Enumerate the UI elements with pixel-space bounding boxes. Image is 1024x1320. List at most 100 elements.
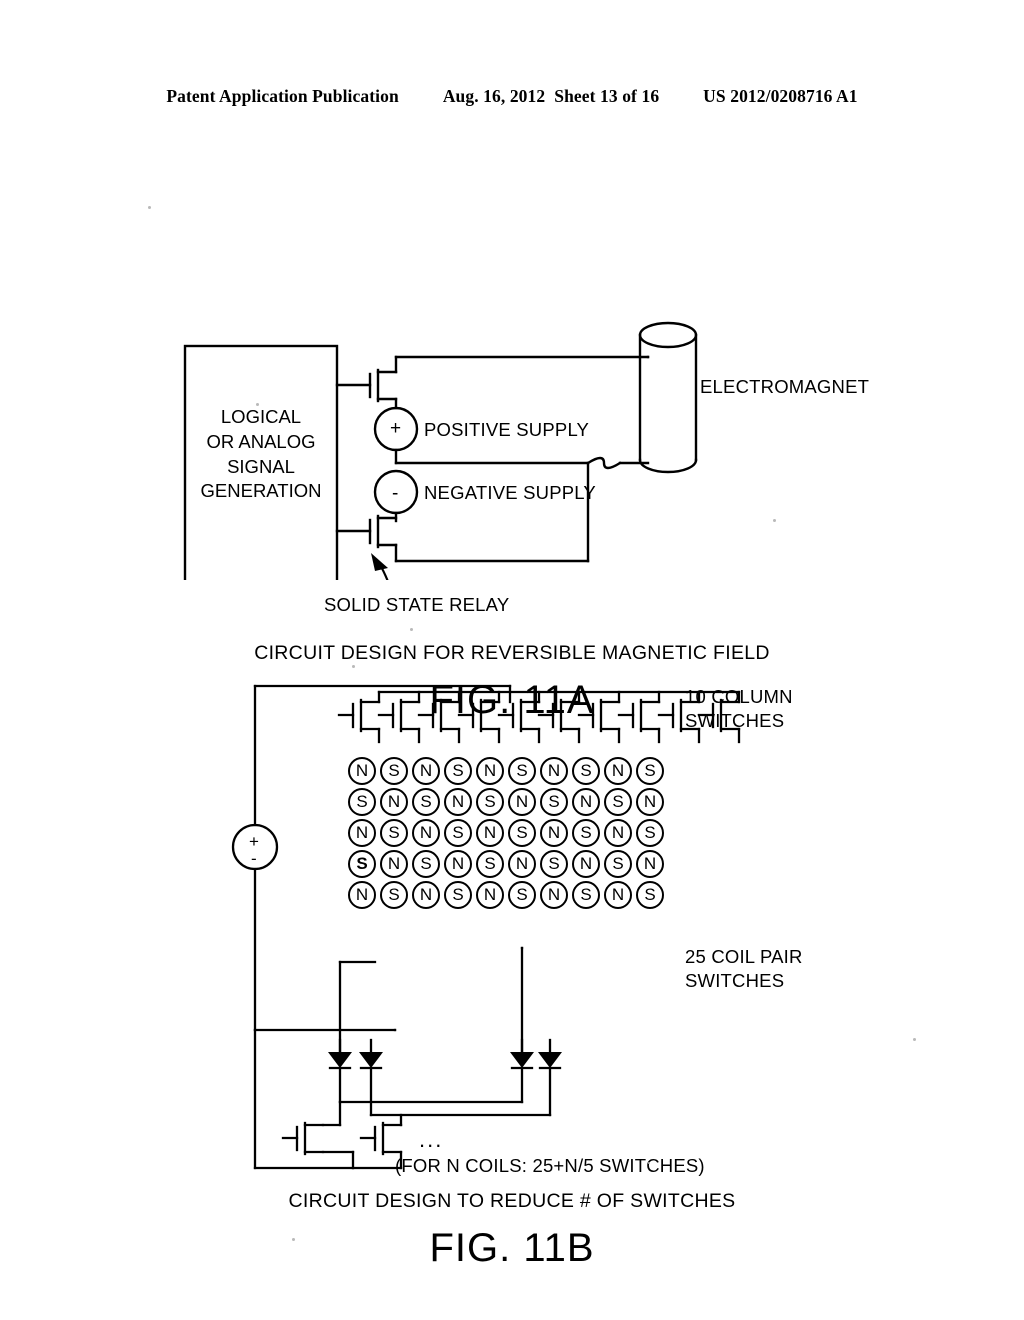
- figure-11a-schematic: [183, 321, 698, 580]
- coil-pair-switches-line-1: 25 COIL PAIR: [685, 946, 803, 967]
- publication-label: Patent Application Publication: [166, 86, 399, 106]
- signal-generation-line-2: OR ANALOG: [206, 430, 316, 452]
- coil-cell: N: [346, 879, 378, 910]
- scan-speck: [648, 1162, 650, 1164]
- signal-generation-label: LOGICAL OR ANALOG SIGNAL GENERATION: [201, 405, 322, 504]
- coil-polarity-n: N: [412, 756, 440, 785]
- coil-pair-switches-line-2: SWITCHES: [685, 970, 785, 992]
- patent-number: US 2012/0208716 A1: [703, 86, 858, 106]
- coil-polarity-n: N: [636, 787, 664, 816]
- coil-cell: N: [474, 755, 506, 786]
- page-running-header: Patent Application Publication Aug. 16, …: [0, 86, 1024, 107]
- coil-polarity-s: S: [444, 756, 472, 785]
- coil-cell: S: [634, 755, 666, 786]
- coil-cell: N: [346, 755, 378, 786]
- negative-supply-sign: -: [392, 483, 399, 504]
- coil-polarity-n: N: [348, 880, 376, 909]
- coil-polarity-s: S: [508, 756, 536, 785]
- coil-polarity-s: S: [348, 849, 376, 878]
- coil-polarity-s: S: [444, 880, 472, 909]
- scan-speck: [352, 665, 355, 668]
- coil-polarity-n: N: [380, 849, 408, 878]
- coil-polarity-s: S: [380, 756, 408, 785]
- coil-cell: N: [410, 817, 442, 848]
- coil-polarity-s: S: [572, 756, 600, 785]
- solid-state-relay-label: SOLID STATE RELAY: [324, 594, 510, 615]
- coil-polarity-n: N: [604, 818, 632, 847]
- scan-speck: [913, 1038, 916, 1041]
- coil-cell: N: [506, 786, 538, 817]
- coil-polarity-s: S: [444, 818, 472, 847]
- coil-cell: S: [634, 879, 666, 910]
- column-switches-line-2: SWITCHES: [685, 710, 785, 732]
- scan-speck: [256, 403, 259, 406]
- scan-speck: [410, 628, 413, 631]
- coil-polarity-n: N: [444, 787, 472, 816]
- coil-polarity-s: S: [540, 849, 568, 878]
- coil-cell: S: [378, 879, 410, 910]
- column-switches-label: 10 COLUMN SWITCHES: [685, 685, 793, 734]
- coil-cell: S: [346, 786, 378, 817]
- coil-cell: S: [570, 817, 602, 848]
- coil-cell: N: [538, 755, 570, 786]
- coil-cell: S: [506, 817, 538, 848]
- coil-polarity-n: N: [572, 849, 600, 878]
- coil-polarity-s: S: [572, 880, 600, 909]
- ellipsis-label: ...: [419, 1127, 444, 1152]
- coil-polarity-s: S: [604, 849, 632, 878]
- figure-11a-caption: CIRCUIT DESIGN FOR REVERSIBLE MAGNETIC F…: [254, 642, 770, 664]
- scan-speck: [773, 519, 776, 522]
- coil-polarity-n: N: [412, 818, 440, 847]
- coil-cell: S: [346, 848, 378, 879]
- coil-polarity-s: S: [540, 787, 568, 816]
- scan-speck: [292, 1238, 295, 1241]
- coil-polarity-s: S: [476, 849, 504, 878]
- coil-grid: NSNSNSNSNSSNSNSNSNSNNSNSNSNSNSSNSNSNSNSN…: [346, 755, 666, 910]
- diode-3-triangle: [510, 1052, 534, 1068]
- coil-cell: N: [538, 879, 570, 910]
- figure-11b: + - NSNSNSNSNSSNSNSNSNSNNSNSNSNSNSSNSNSN…: [0, 670, 1024, 1270]
- coil-polarity-s: S: [508, 818, 536, 847]
- negative-supply-label: NEGATIVE SUPPLY: [424, 482, 596, 503]
- coil-cell: S: [442, 879, 474, 910]
- coil-polarity-n: N: [476, 756, 504, 785]
- coil-cell: N: [634, 848, 666, 879]
- coil-cell: N: [570, 848, 602, 879]
- coil-cell: S: [442, 755, 474, 786]
- coil-cell: S: [538, 786, 570, 817]
- coil-cell: N: [474, 879, 506, 910]
- coil-cell: S: [378, 755, 410, 786]
- coil-cell: N: [602, 879, 634, 910]
- coil-polarity-s: S: [380, 818, 408, 847]
- coil-cell: S: [442, 817, 474, 848]
- coil-polarity-n: N: [348, 818, 376, 847]
- coil-polarity-n: N: [508, 787, 536, 816]
- coil-cell: S: [474, 848, 506, 879]
- diode-1-triangle: [328, 1052, 352, 1068]
- coil-pair-switches-label: 25 COIL PAIR SWITCHES: [685, 945, 803, 994]
- coil-polarity-s: S: [636, 880, 664, 909]
- figure-11b-caption: CIRCUIT DESIGN TO REDUCE # OF SWITCHES: [288, 1190, 736, 1212]
- publication-date: Aug. 16, 2012: [442, 86, 546, 106]
- solid-state-relay-arrowhead: [371, 553, 388, 571]
- coil-polarity-n: N: [380, 787, 408, 816]
- coil-polarity-n: N: [572, 787, 600, 816]
- coil-polarity-n: N: [476, 818, 504, 847]
- figure-11a: LOGICAL OR ANALOG SIGNAL GENERATION + - …: [0, 150, 1024, 722]
- coil-cell: N: [474, 817, 506, 848]
- coil-cell: N: [570, 786, 602, 817]
- coil-cell: S: [570, 755, 602, 786]
- coil-cell: N: [602, 755, 634, 786]
- positive-supply-label: POSITIVE SUPPLY: [424, 419, 590, 440]
- figure-11b-schematic: [231, 684, 741, 1170]
- electromagnet-label: ELECTROMAGNET: [700, 376, 870, 397]
- coil-cell: N: [602, 817, 634, 848]
- coil-polarity-n: N: [348, 756, 376, 785]
- coil-cell: S: [378, 817, 410, 848]
- coil-cell: S: [506, 879, 538, 910]
- coil-polarity-s: S: [412, 787, 440, 816]
- coil-polarity-s: S: [348, 787, 376, 816]
- coil-polarity-s: S: [604, 787, 632, 816]
- supply-negative-sign: -: [251, 849, 257, 868]
- coil-cell: S: [570, 879, 602, 910]
